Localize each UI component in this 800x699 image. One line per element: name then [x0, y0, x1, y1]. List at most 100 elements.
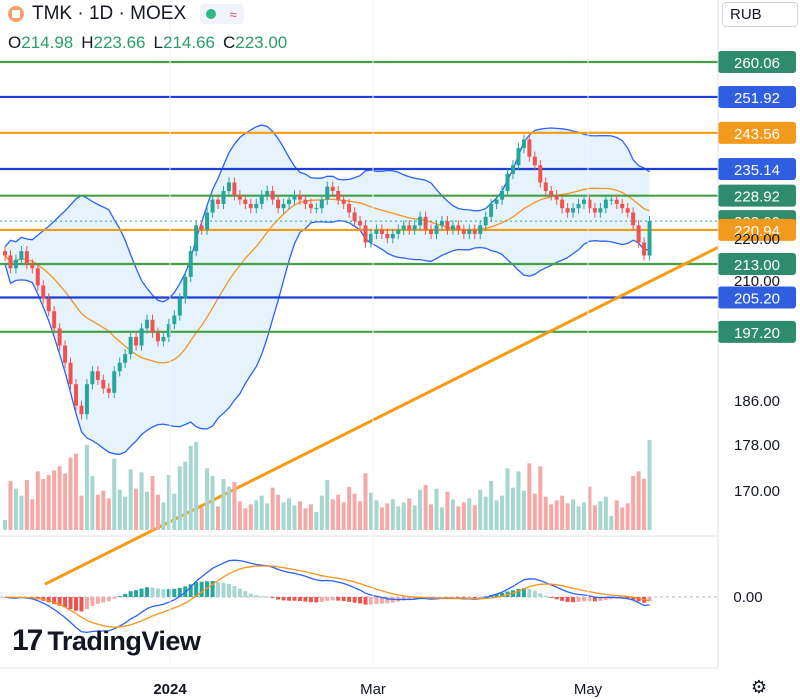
- macd-histogram-bar: [232, 586, 237, 597]
- candle-body: [379, 229, 384, 234]
- macd-histogram-bar: [101, 597, 106, 603]
- volume-bar: [363, 473, 368, 530]
- candle-body: [489, 203, 494, 217]
- candle-body: [205, 212, 210, 230]
- macd-histogram-bar: [243, 591, 248, 597]
- gear-icon[interactable]: ⚙: [749, 677, 769, 697]
- y-axis-tick-label: 186.00: [734, 393, 780, 410]
- volume-bar: [325, 480, 330, 530]
- volume-bar: [374, 500, 379, 530]
- symbol-logo-icon: [8, 6, 24, 22]
- macd-histogram-bar: [581, 597, 586, 602]
- macd-histogram-bar: [330, 597, 335, 601]
- candle-body: [483, 216, 488, 226]
- tradingview-logo[interactable]: 17 TradingView: [12, 624, 201, 658]
- candle-body: [478, 225, 483, 234]
- candle-body: [510, 165, 515, 174]
- volume-bar: [205, 468, 210, 530]
- volume-bar: [336, 494, 341, 530]
- candle-body: [177, 298, 182, 316]
- candle-body: [330, 186, 335, 192]
- macd-histogram-bar: [297, 597, 302, 602]
- macd-histogram-bar: [478, 597, 483, 598]
- candle-body: [500, 191, 505, 200]
- macd-histogram-bar: [90, 597, 95, 606]
- volume-bar: [407, 498, 412, 530]
- ohlc-open: O214.98: [8, 33, 74, 52]
- volume-bar: [84, 445, 89, 530]
- candle-body: [347, 203, 352, 213]
- volume-bar: [434, 488, 439, 530]
- candle-body: [292, 195, 297, 200]
- candle-body: [46, 298, 51, 312]
- volume-bar: [188, 446, 193, 530]
- macd-histogram-bar: [341, 597, 346, 602]
- volume-bar: [527, 463, 532, 530]
- candle-body: [396, 229, 401, 234]
- candle-body: [84, 384, 89, 415]
- price-level-value: 197.20: [734, 325, 780, 342]
- macd-histogram-bar: [565, 597, 570, 602]
- y-axis-tick-label: 210.00: [734, 273, 780, 290]
- volume-bar: [625, 503, 630, 530]
- volume-bar: [57, 466, 62, 530]
- wave-icon[interactable]: ≈: [222, 4, 245, 24]
- candle-body: [3, 251, 7, 256]
- candle-body: [199, 225, 204, 230]
- macd-histogram-bar: [139, 588, 144, 597]
- candle-body: [571, 208, 576, 213]
- volume-bar: [63, 473, 68, 530]
- candle-body: [13, 259, 18, 269]
- volume-bar: [30, 499, 35, 530]
- volume-bar: [483, 496, 488, 530]
- candle-body: [576, 203, 581, 209]
- macd-histogram-bar: [325, 597, 330, 601]
- macd-histogram-bar: [571, 597, 576, 603]
- x-axis-tick-label: Mar: [360, 681, 386, 698]
- volume-bar: [128, 469, 133, 530]
- currency-selector[interactable]: RUB: [722, 2, 798, 27]
- macd-histogram-bar: [543, 595, 548, 597]
- candle-body: [625, 208, 630, 213]
- y-axis-tick-label: 170.00: [734, 483, 780, 500]
- candle-body: [614, 199, 619, 204]
- macd-histogram-bar: [199, 581, 204, 597]
- candle-body: [456, 225, 461, 230]
- candle-body: [106, 388, 111, 393]
- volume-bar: [221, 479, 226, 530]
- candle-body: [155, 332, 160, 342]
- volume-bar: [390, 499, 395, 530]
- candle-body: [581, 199, 586, 204]
- volume-bar: [445, 491, 450, 530]
- price-level-value: 243.56: [734, 126, 780, 143]
- candle-body: [516, 148, 521, 166]
- price-level-value: 228.92: [734, 189, 780, 206]
- candle-body: [270, 191, 275, 200]
- macd-histogram-bar: [68, 597, 73, 610]
- green-dot-icon[interactable]: [200, 4, 223, 24]
- price-chart[interactable]: 260.06251.92243.56235.14228.92223.00220.…: [0, 0, 800, 699]
- candle-body: [35, 268, 40, 286]
- volume-bar: [401, 502, 406, 530]
- volume-bar: [123, 496, 128, 530]
- ohlc-high: H223.66: [81, 33, 146, 52]
- symbol-header[interactable]: TMK · 1D · MOEX ≈: [8, 1, 245, 27]
- volume-bar: [161, 502, 166, 530]
- volume-bar: [543, 496, 548, 530]
- candle-body: [8, 255, 13, 269]
- volume-bar: [379, 507, 384, 530]
- price-level-value: 260.06: [734, 55, 780, 72]
- candle-body: [161, 336, 166, 342]
- candle-body: [368, 233, 373, 243]
- symbol-title[interactable]: TMK · 1D · MOEX: [32, 3, 186, 25]
- volume-bar: [412, 505, 417, 530]
- volume-bar: [13, 488, 18, 530]
- volume-bar: [347, 486, 352, 530]
- macd-histogram-bar: [538, 593, 543, 597]
- volume-bar: [106, 498, 111, 530]
- volume-bar: [248, 504, 253, 530]
- macd-histogram-bar: [287, 597, 292, 601]
- macd-histogram-bar: [527, 588, 532, 597]
- candle-body: [494, 199, 499, 204]
- candle-body: [472, 229, 477, 234]
